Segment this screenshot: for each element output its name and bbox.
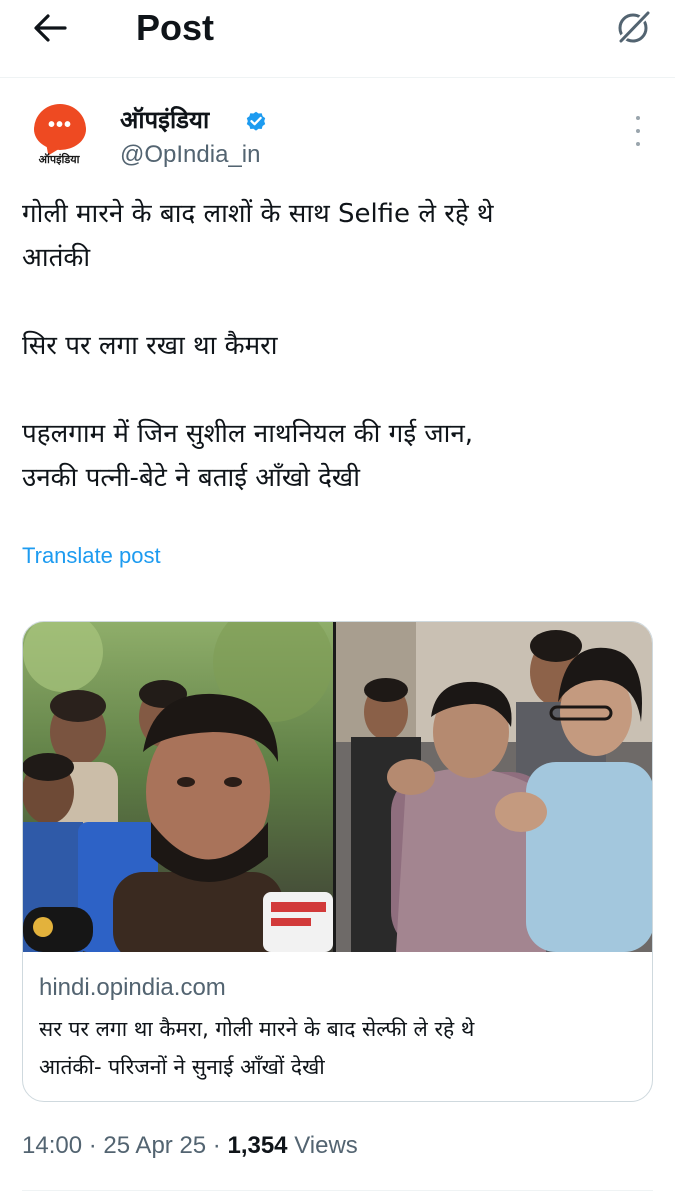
- more-vertical-icon: [636, 116, 640, 120]
- avatar-logo: •••: [34, 104, 86, 150]
- more-options-button[interactable]: [628, 116, 648, 146]
- grok-icon: [616, 11, 650, 45]
- post-line: पहलगाम में जिन सुशील नाथनियल की गई जान,: [22, 419, 474, 449]
- card-title: सर पर लगा था कैमरा, गोली मारने के बाद से…: [39, 1010, 639, 1086]
- post-line: गोली मारने के बाद लाशों के साथ Selfie ले…: [22, 199, 494, 229]
- post-line: सिर पर लगा रखा था कैमरा: [22, 331, 278, 361]
- separator-dot: ·: [82, 1132, 104, 1159]
- views-label: Views: [287, 1132, 358, 1159]
- author-name[interactable]: ऑपइंडिया: [120, 104, 209, 136]
- views-count: 1,354: [227, 1132, 288, 1159]
- card-domain: hindi.opindia.com: [39, 974, 226, 1001]
- post-time[interactable]: 14:00: [22, 1132, 82, 1159]
- divider: [22, 1190, 653, 1191]
- translate-post-link[interactable]: Translate post: [22, 540, 161, 572]
- chat-bubble-icon: •••: [47, 114, 72, 136]
- avatar-label: ऑपइंडिया: [38, 153, 80, 166]
- verified-badge-icon: [246, 111, 266, 131]
- grok-button[interactable]: [611, 6, 655, 50]
- top-bar: Post: [0, 0, 675, 78]
- back-button[interactable]: [30, 10, 70, 46]
- card-title-line: सर पर लगा था कैमरा, गोली मारने के बाद से…: [39, 1017, 475, 1041]
- avatar[interactable]: ••• ऑपइंडिया: [22, 104, 96, 170]
- post-date[interactable]: 25 Apr 25: [103, 1132, 206, 1159]
- post-line: उनकी पत्नी-बेटे ने बताई आँखो देखी: [22, 463, 360, 493]
- news-photo-left: [23, 622, 333, 952]
- page-title: Post: [136, 7, 215, 48]
- link-preview-card[interactable]: hindi.opindia.com सर पर लगा था कैमरा, गो…: [22, 621, 653, 1102]
- post-meta: 14:00 · 25 Apr 25 · 1,354 Views: [22, 1128, 358, 1164]
- arrow-left-icon: [34, 14, 67, 42]
- separator-dot: ·: [206, 1132, 228, 1159]
- post-body: गोली मारने के बाद लाशों के साथ Selfie ले…: [22, 192, 642, 500]
- news-photo-right: [336, 622, 652, 952]
- card-title-line: आतंकी- परिजनों ने सुनाई आँखों देखी: [39, 1055, 325, 1079]
- post-line: आतंकी: [22, 243, 91, 273]
- card-image: [23, 622, 652, 952]
- author-handle[interactable]: @OpIndia_in: [120, 140, 260, 170]
